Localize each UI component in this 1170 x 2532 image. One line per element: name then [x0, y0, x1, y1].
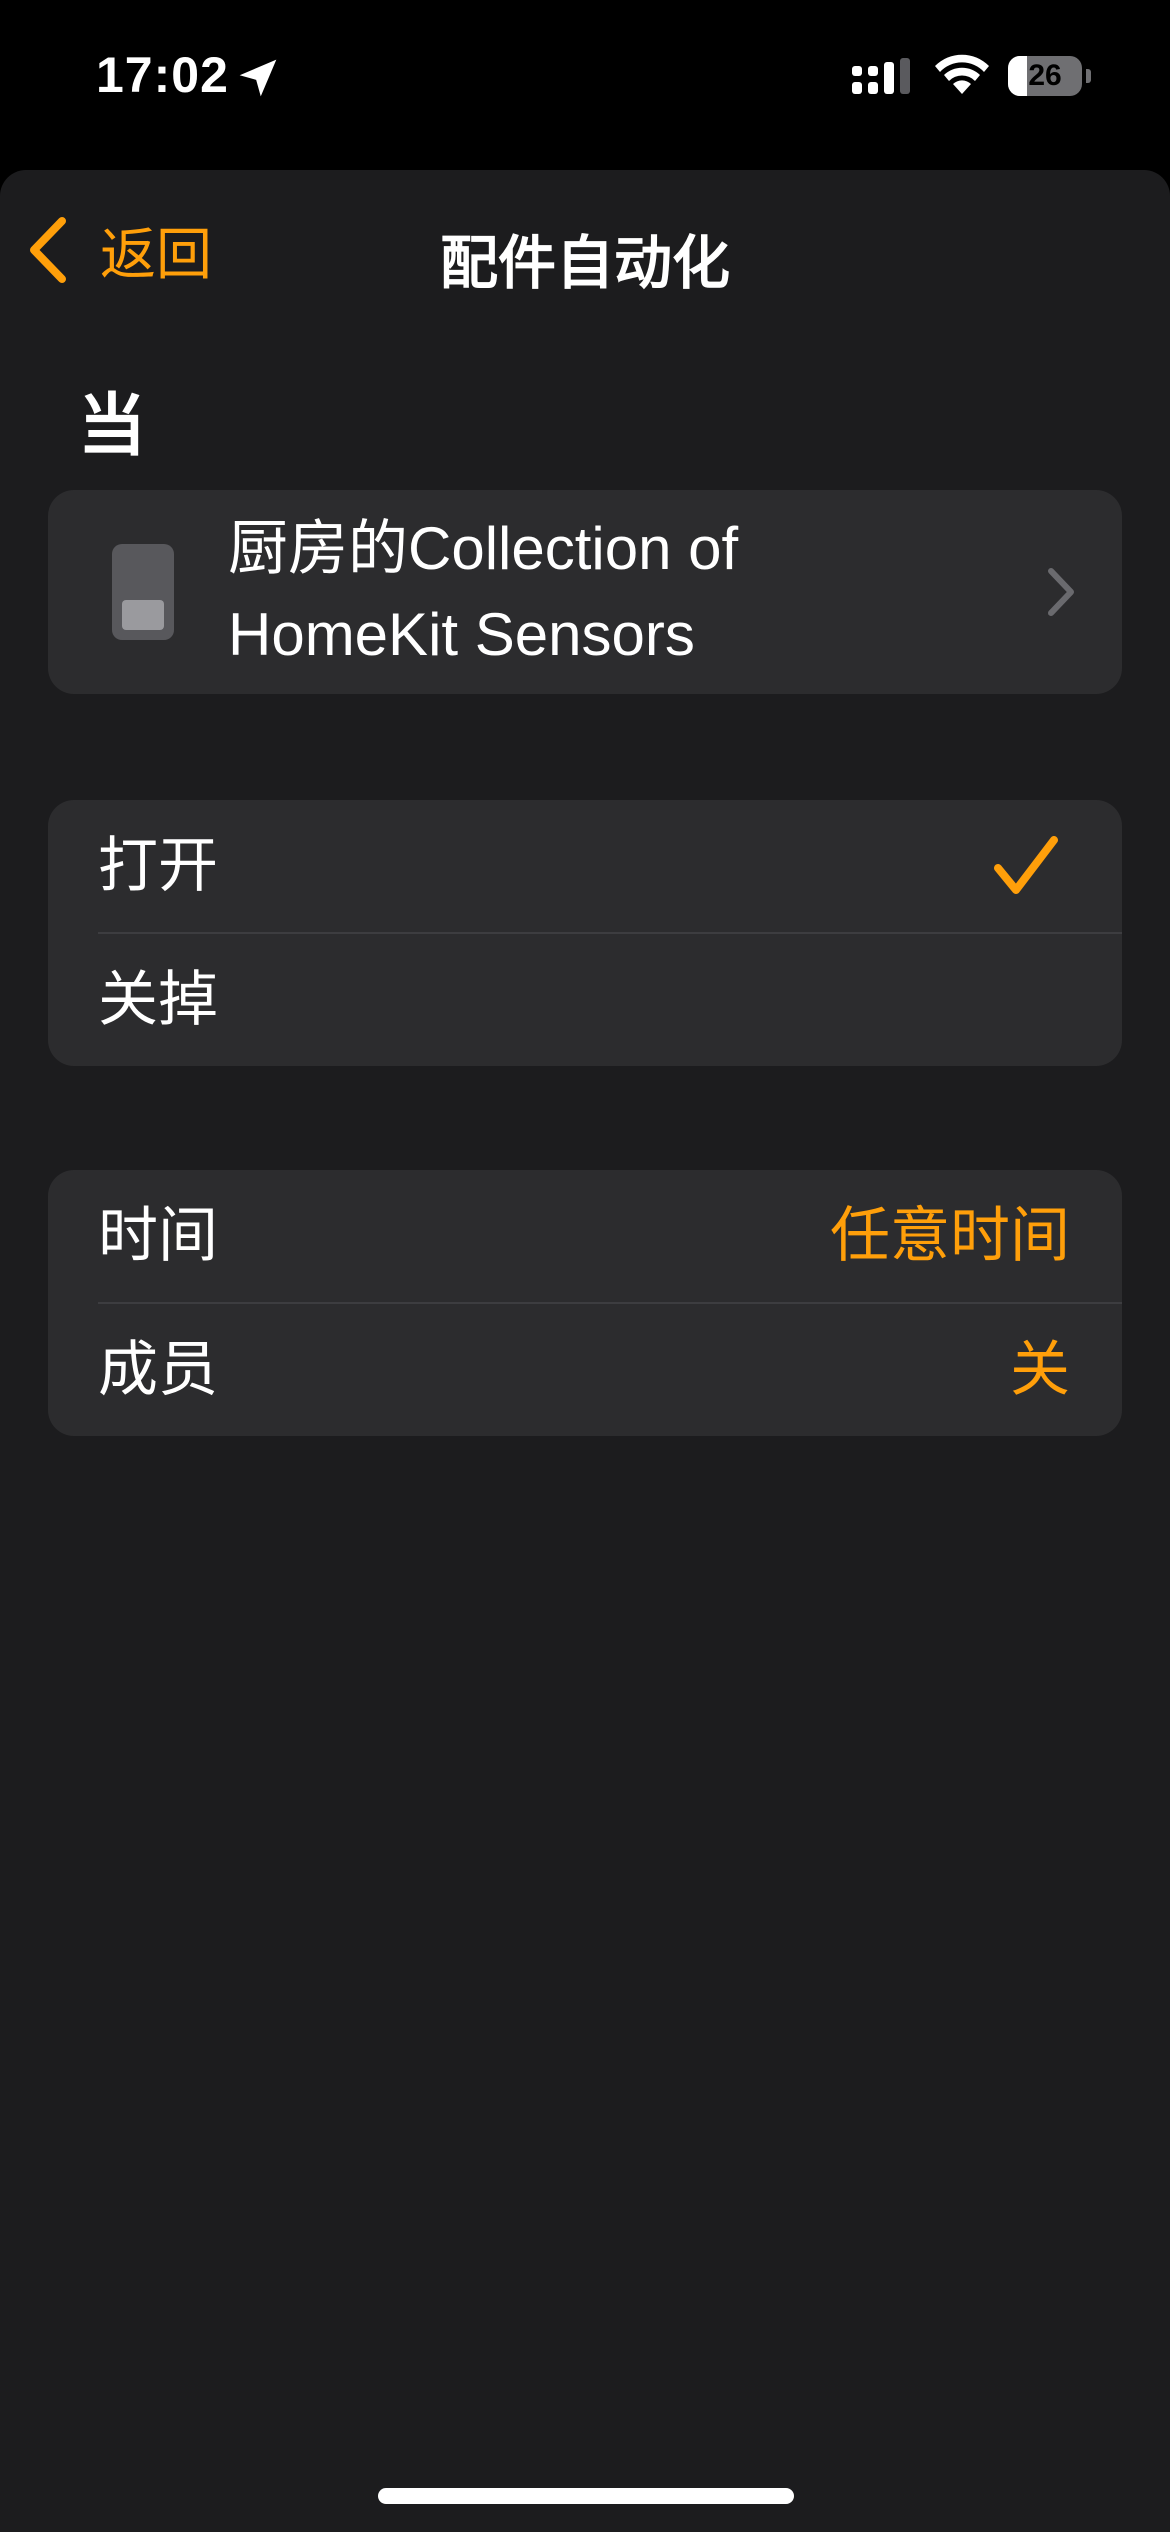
home-indicator[interactable]: [378, 2488, 794, 2504]
accessory-row[interactable]: 厨房的Collection of HomeKit Sensors: [48, 490, 1122, 694]
condition-value: 关: [1010, 1336, 1070, 1403]
conditions-list: 时间 任意时间 成员 关: [48, 1170, 1122, 1436]
condition-people[interactable]: 成员 关: [48, 1304, 1122, 1436]
option-turn-on[interactable]: 打开: [48, 800, 1122, 932]
page-title: 配件自动化: [439, 231, 730, 296]
state-options-list: 打开 关掉: [48, 800, 1122, 1066]
location-arrow-icon: [239, 59, 277, 97]
section-header-when: 当: [78, 388, 147, 464]
condition-value: 任意时间: [830, 1202, 1070, 1269]
status-bar: 17:02 26: [0, 0, 1170, 170]
battery-icon: 26: [1008, 56, 1091, 96]
condition-label: 成员: [98, 1336, 218, 1403]
option-label: 打开: [98, 832, 218, 899]
condition-label: 时间: [98, 1202, 218, 1269]
option-label: 关掉: [98, 966, 218, 1033]
battery-percentage: 26: [1028, 59, 1062, 92]
switch-icon: [112, 544, 174, 640]
cellular-signal-icon: [852, 58, 910, 94]
chevron-right-icon: [1048, 568, 1074, 616]
wifi-icon: [935, 54, 989, 94]
condition-time[interactable]: 时间 任意时间: [48, 1170, 1122, 1302]
accessory-name: 厨房的Collection of HomeKit Sensors: [228, 515, 739, 668]
option-turn-off[interactable]: 关掉: [48, 934, 1122, 1066]
status-time: 17:02: [96, 47, 229, 103]
automation-sheet: 返回 配件自动化 当 厨房的Collection of HomeKit Sens…: [0, 170, 1170, 2532]
checkmark-icon: [994, 836, 1058, 894]
